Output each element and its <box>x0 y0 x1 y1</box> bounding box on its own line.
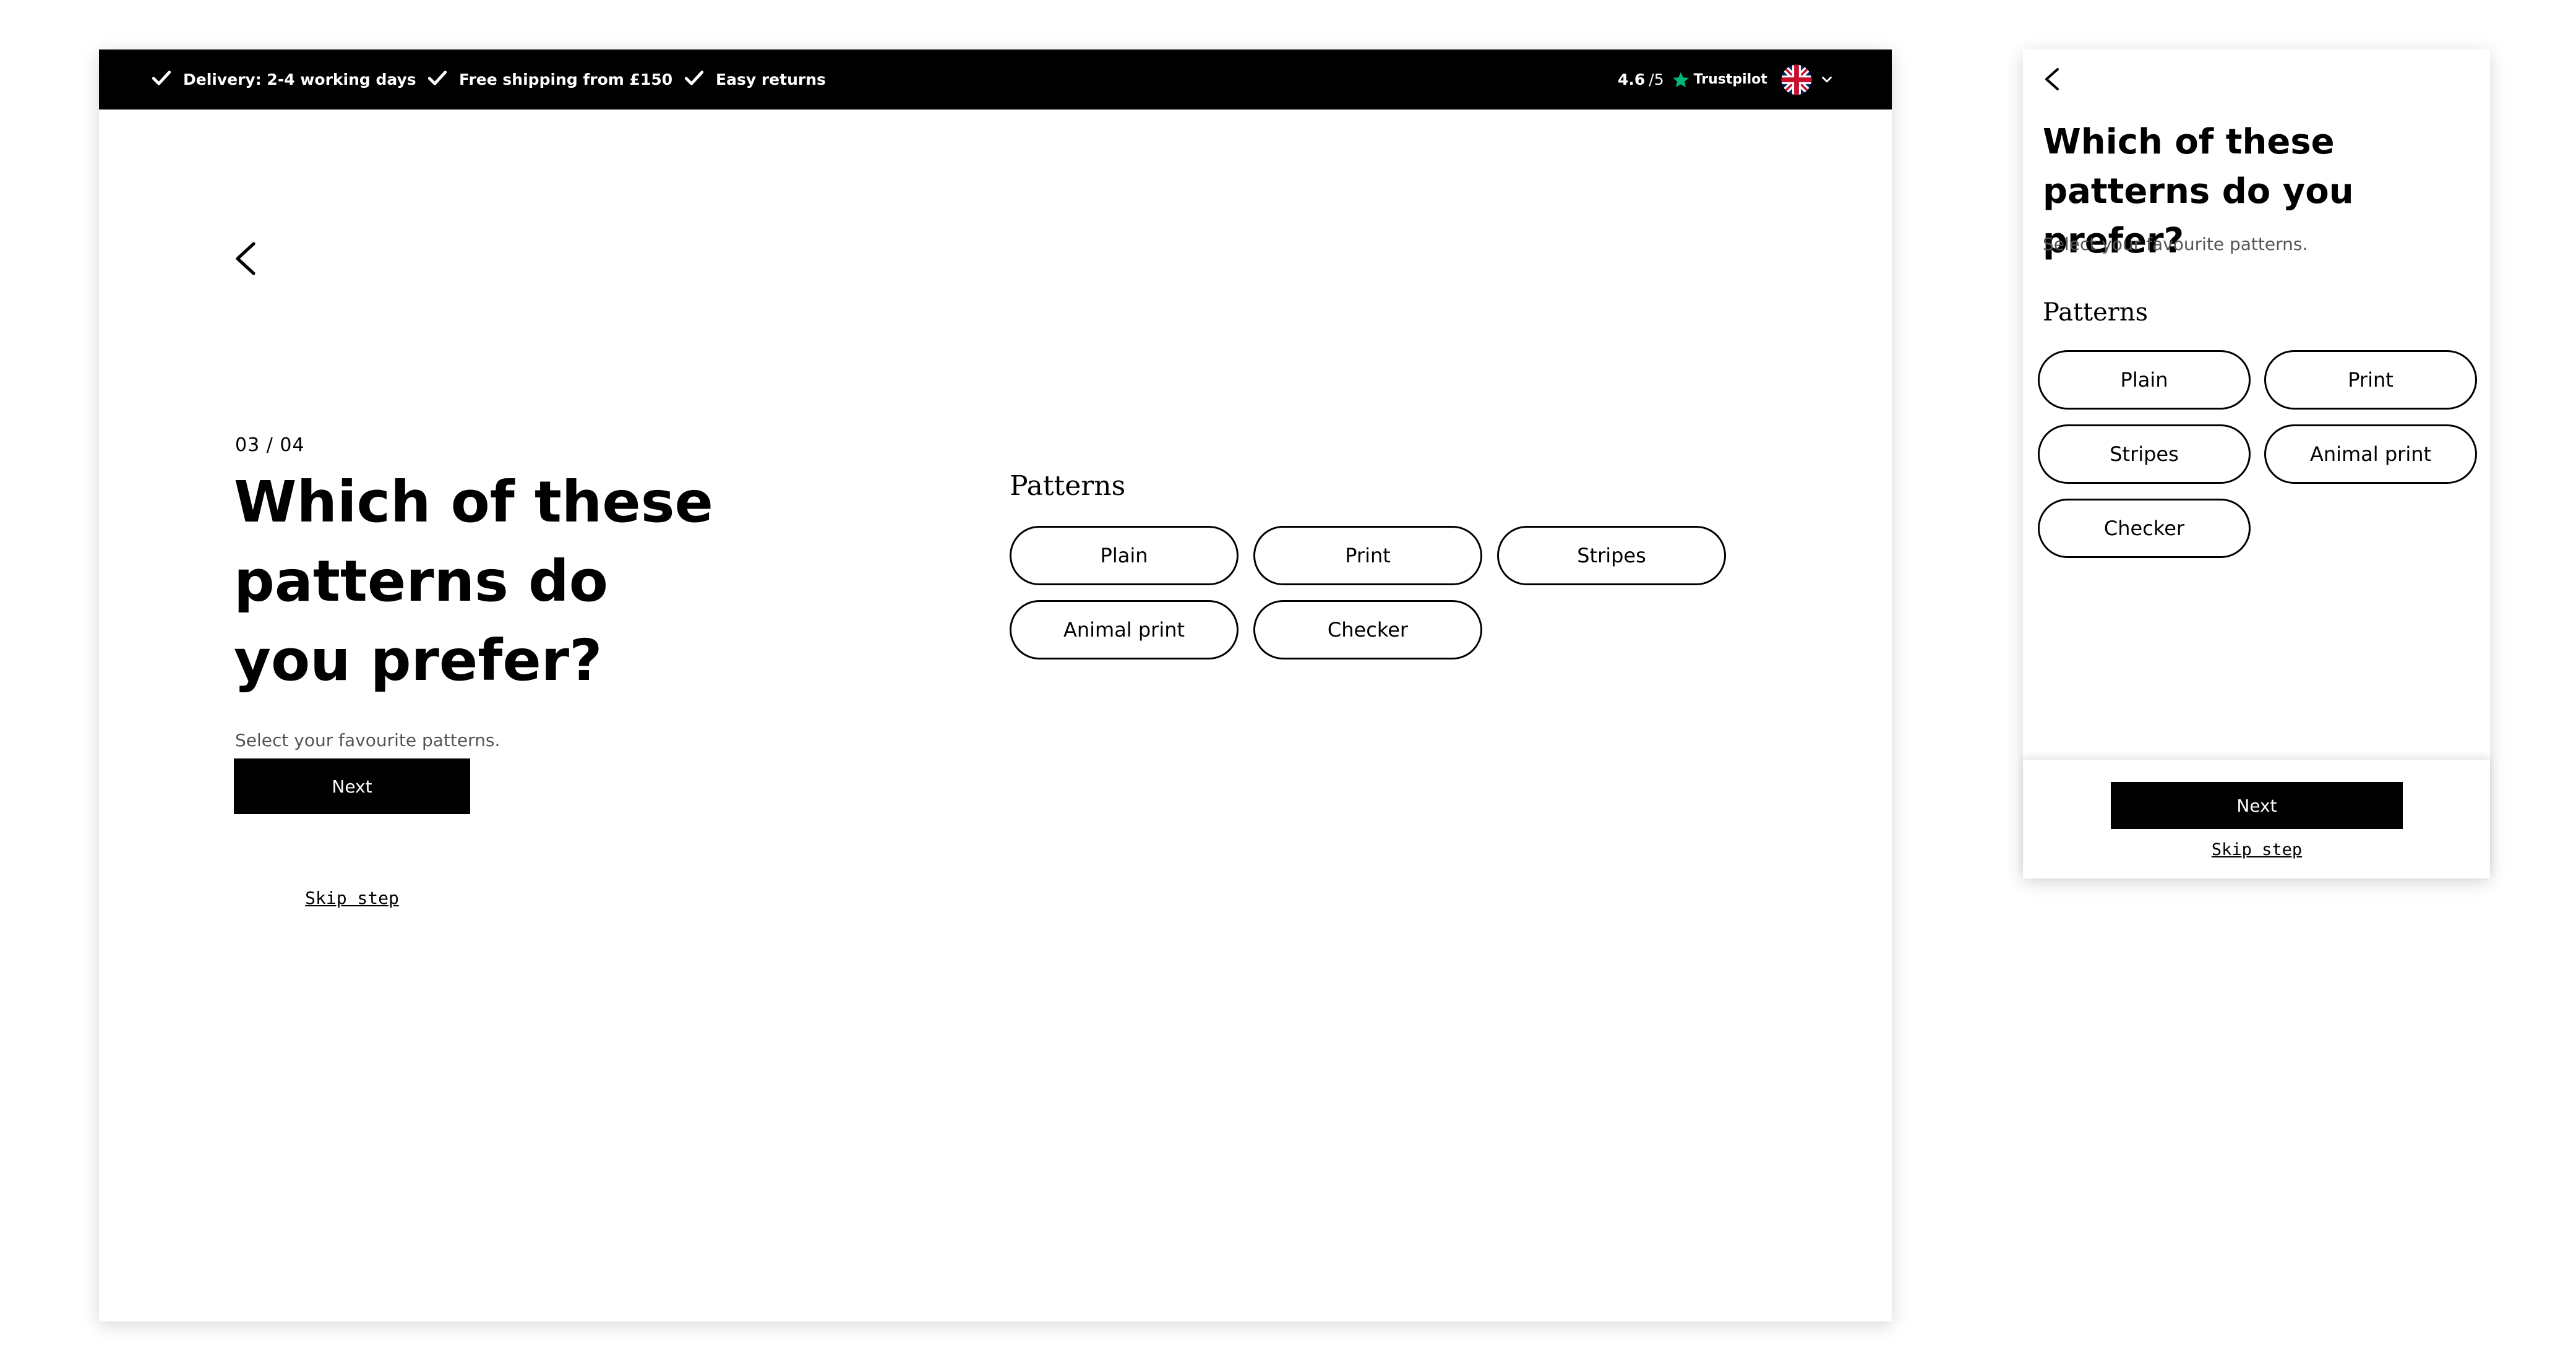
next-button[interactable]: Next <box>234 758 470 814</box>
check-icon <box>151 67 172 92</box>
language-selector[interactable] <box>1780 49 1834 110</box>
mobile-footer: Next Skip step <box>2023 760 2490 878</box>
desktop-frame: Delivery: 2-4 working days Free shipping… <box>99 49 1892 1321</box>
mobile-frame: Which of these patterns do you prefer? S… <box>2023 49 2490 878</box>
chevron-down-icon <box>1820 73 1834 87</box>
option-checker[interactable]: Checker <box>1253 600 1482 659</box>
uk-flag-icon <box>1780 64 1813 96</box>
page-subtitle: Select your favourite patterns. <box>2043 234 2308 254</box>
option-plain[interactable]: Plain <box>2038 350 2251 410</box>
step-counter: 03 / 04 <box>235 434 305 456</box>
option-checker[interactable]: Checker <box>2038 499 2251 558</box>
usp-label: Delivery: 2-4 working days <box>183 71 416 88</box>
trustpilot-label: Trustpilot <box>1693 72 1767 87</box>
next-button[interactable]: Next <box>2111 782 2403 829</box>
option-stripes[interactable]: Stripes <box>1497 526 1726 585</box>
check-icon <box>427 67 448 92</box>
page-title: Which of these patterns do you prefer? <box>234 469 713 694</box>
option-print[interactable]: Print <box>1253 526 1482 585</box>
top-bar: Delivery: 2-4 working days Free shipping… <box>99 49 1892 110</box>
rating-score: 4.6 <box>1618 71 1646 88</box>
skip-step-link[interactable]: Skip step <box>2111 840 2403 859</box>
usp-easy-returns: Easy returns <box>684 49 826 110</box>
chevron-left-icon <box>2043 67 2063 92</box>
option-print[interactable]: Print <box>2264 350 2477 410</box>
trustpilot-rating[interactable]: 4.6/5 Trustpilot <box>1618 49 1767 110</box>
back-button[interactable] <box>2043 67 2063 92</box>
check-icon <box>684 67 705 92</box>
page-subtitle: Select your favourite patterns. <box>235 730 500 750</box>
option-plain[interactable]: Plain <box>1010 526 1239 585</box>
patterns-label: Patterns <box>1010 470 1126 502</box>
usp-label: Easy returns <box>716 71 826 88</box>
star-icon <box>1672 71 1690 89</box>
option-animal-print[interactable]: Animal print <box>2264 424 2477 484</box>
patterns-label: Patterns <box>2043 298 2149 327</box>
option-animal-print[interactable]: Animal print <box>1010 600 1239 659</box>
usp-delivery: Delivery: 2-4 working days <box>151 49 416 110</box>
usp-label: Free shipping from £150 <box>459 71 673 88</box>
skip-step-link[interactable]: Skip step <box>234 888 470 908</box>
rating-out-of: /5 <box>1649 71 1664 88</box>
chevron-left-icon <box>230 241 261 276</box>
back-button[interactable] <box>230 241 261 276</box>
option-stripes[interactable]: Stripes <box>2038 424 2251 484</box>
usp-free-shipping: Free shipping from £150 <box>427 49 672 110</box>
